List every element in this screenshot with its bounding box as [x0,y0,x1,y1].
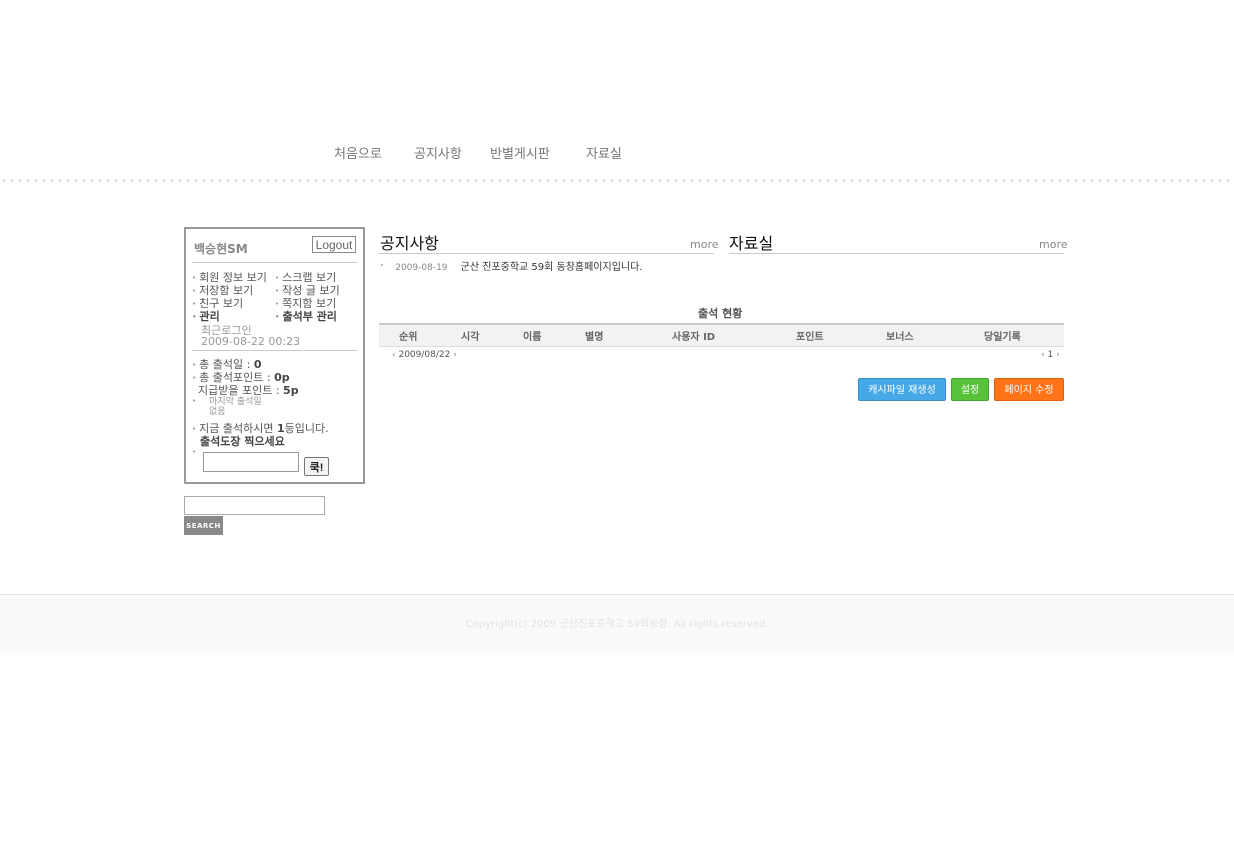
next-page-icon[interactable]: › [1056,350,1060,360]
bullet-icon: • [192,448,197,456]
nav-item-notice[interactable]: 공지사항 [414,143,462,162]
date-navigation: ‹ 2009/08/22 › [392,350,457,360]
edit-page-button[interactable]: 페이지 수정 [994,378,1064,401]
files-more-link[interactable]: more [1039,238,1068,251]
bullet-icon: • [380,261,385,270]
notice-title-link[interactable]: 군산 진포중학교 59회 동창홈페이지입니다. [461,262,643,273]
column-bonus: 보너스 [886,332,914,343]
login-box: 백승현SM Logout 회원 정보 보기 스크랩 보기 저장함 보기 작성 글… [184,227,365,484]
footer: Copyright(c) 2009 군산진포중학교 59회동창. All rig… [0,594,1234,655]
divider [192,262,357,263]
notice-underline [379,253,714,254]
attendance-title: 출석 현황 [698,307,743,320]
column-daily-record: 당일기록 [984,332,1021,343]
last-attend-value: 없음 [209,407,226,417]
copyright-text: Copyright(c) 2009 군산진포중학교 59회동창. All rig… [465,619,769,630]
list-item: • 2009-08-19 군산 진포중학교 59회 동창홈페이지입니다. [380,255,642,274]
attendance-admin-link[interactable]: 출석부 관리 [275,308,336,324]
prev-date-icon[interactable]: ‹ [392,350,396,360]
notice-board-title[interactable]: 공지사항 [380,230,439,254]
next-date-icon[interactable]: › [453,350,457,360]
stamp-button[interactable]: 쿡! [304,457,329,476]
logout-button[interactable]: Logout [312,236,356,253]
files-board-title[interactable]: 자료실 [729,230,773,254]
column-name: 이름 [523,332,542,343]
nav-item-home[interactable]: 처음으로 [334,143,382,162]
page-navigation: ‹ 1 › [1041,350,1060,360]
column-nickname: 별명 [585,332,604,343]
stamp-prompt: 출석도장 찍으세요 [200,435,285,448]
username: 백승현SM [194,242,248,256]
column-points: 포인트 [796,332,824,343]
current-date: 2009/08/22 [398,350,451,360]
nav-item-files[interactable]: 자료실 [586,143,622,162]
divider [192,350,357,351]
regenerate-cache-button[interactable]: 캐시파일 재생성 [858,378,946,401]
notice-date: 2009-08-19 [395,263,448,273]
search-button[interactable]: SEARCH [184,516,223,535]
column-rank: 순위 [399,332,418,343]
prev-page-icon[interactable]: ‹ [1041,350,1045,360]
column-user-id: 사용자 ID [672,332,716,343]
attendance-comment-input[interactable] [203,452,299,472]
recent-login-time: 2009-08-22 00:23 [201,335,301,348]
column-time: 시각 [461,332,480,343]
nav-item-class-board[interactable]: 반별게시판 [490,143,550,162]
notice-more-link[interactable]: more [690,238,719,251]
attendance-table-header: 순위 시각 이름 별명 사용자 ID 포인트 보너스 당일기록 [379,323,1064,347]
last-attend-label: 마지막 출석일 [192,396,262,408]
settings-button[interactable]: 설정 [951,378,989,401]
dotted-divider [0,179,1234,182]
search-input[interactable] [184,496,325,515]
files-underline [729,253,1064,254]
current-page[interactable]: 1 [1047,350,1053,360]
